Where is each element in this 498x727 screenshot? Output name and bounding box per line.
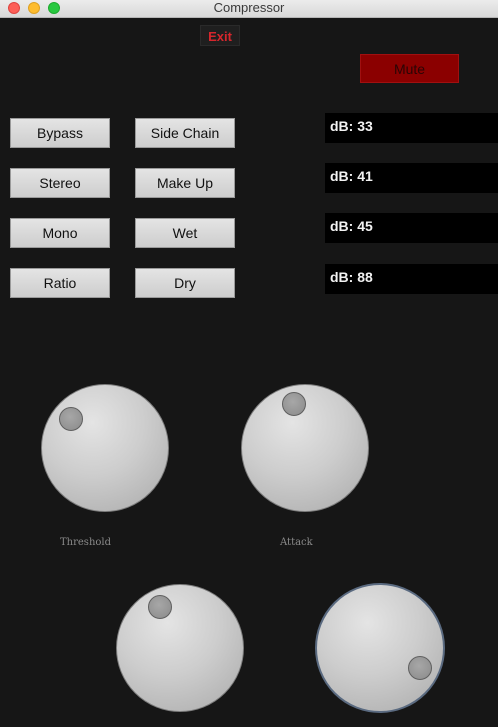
threshold-label: Threshold [60, 537, 112, 548]
threshold-knob-indicator [59, 407, 83, 431]
mute-button[interactable]: Mute [360, 54, 459, 83]
knob-3-indicator [148, 595, 172, 619]
stereo-button[interactable]: Stereo [10, 168, 110, 198]
attack-knob-indicator [282, 392, 306, 416]
knob-4[interactable] [315, 583, 445, 713]
wet-button[interactable]: Wet [135, 218, 235, 248]
db-readout-4: dB: 88 [325, 264, 498, 294]
make-up-button[interactable]: Make Up [135, 168, 235, 198]
ratio-button[interactable]: Ratio [10, 268, 110, 298]
db-readout-1: dB: 33 [325, 113, 498, 143]
window-title: Compressor [213, 0, 285, 15]
dry-button[interactable]: Dry [135, 268, 235, 298]
knob-4-indicator [408, 656, 432, 680]
knob-3[interactable] [116, 584, 244, 712]
db-readout-2: dB: 41 [325, 163, 498, 193]
exit-button[interactable]: Exit [200, 25, 240, 46]
mono-button[interactable]: Mono [10, 218, 110, 248]
attack-label: Attack [280, 537, 313, 548]
bypass-button[interactable]: Bypass [10, 118, 110, 148]
attack-knob[interactable] [241, 384, 369, 512]
threshold-knob[interactable] [41, 384, 169, 512]
side-chain-button[interactable]: Side Chain [135, 118, 235, 148]
db-readout-3: dB: 45 [325, 213, 498, 243]
title-bar: Compressor [0, 0, 498, 18]
